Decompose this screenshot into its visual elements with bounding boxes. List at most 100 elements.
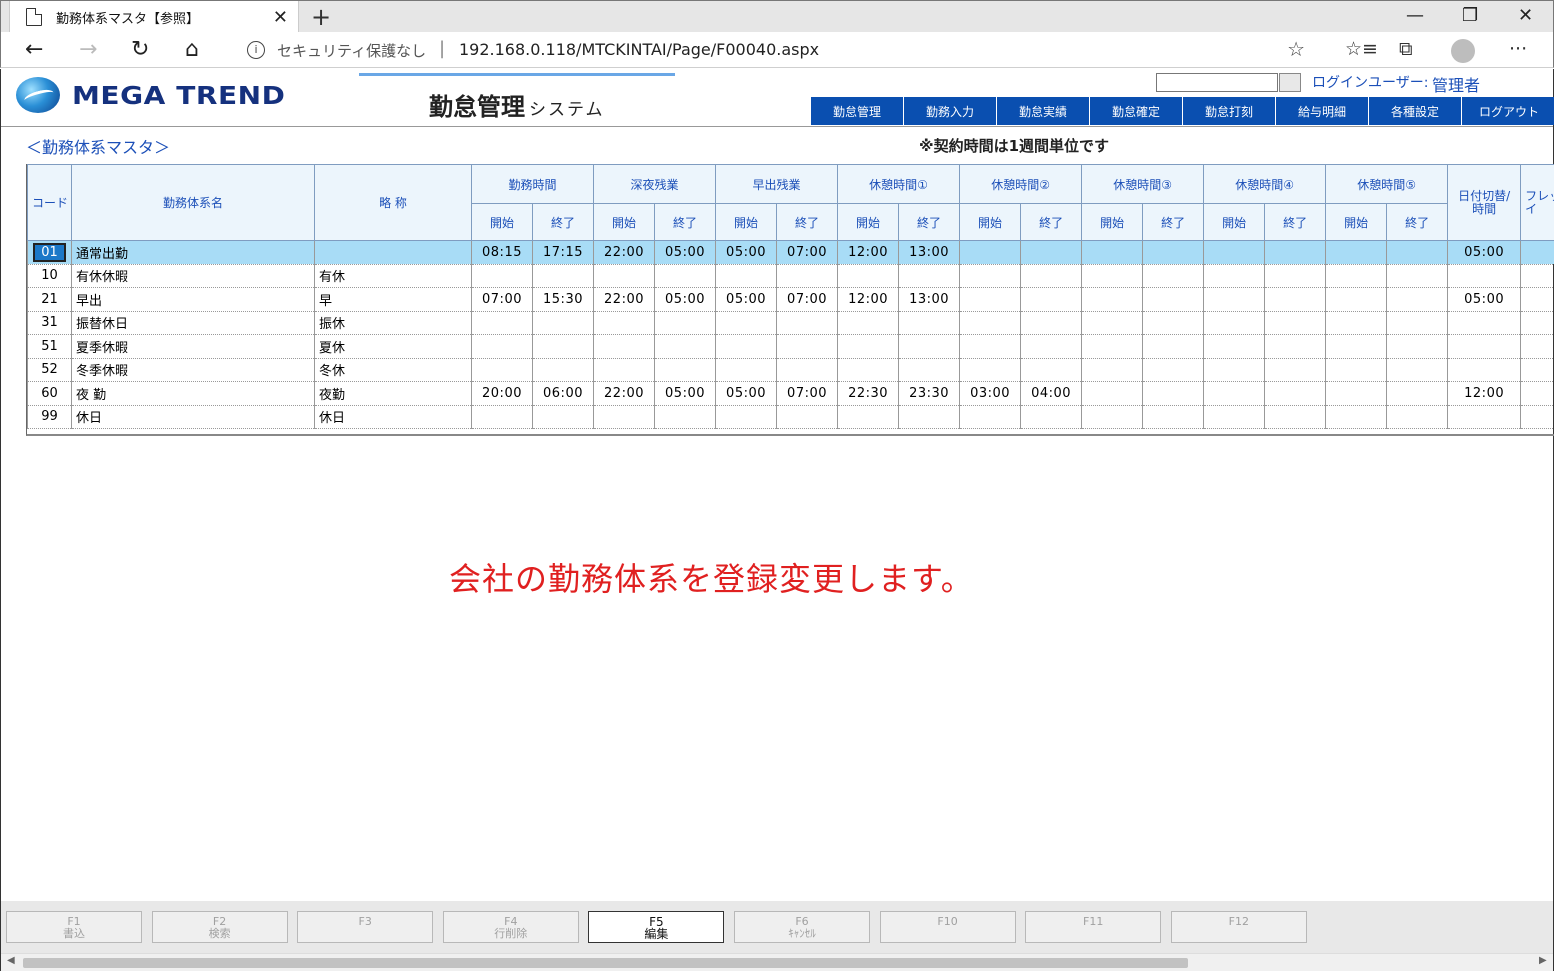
cell-time[interactable]: 05:00 bbox=[715, 240, 778, 265]
cell-time[interactable]: 07:00 bbox=[776, 381, 839, 406]
cell-time[interactable]: 07:00 bbox=[776, 287, 839, 312]
cell-time[interactable] bbox=[1081, 287, 1144, 312]
cell-time[interactable] bbox=[593, 334, 656, 359]
minimize-icon[interactable]: — bbox=[1406, 5, 1424, 26]
cell-time[interactable]: 05:00 bbox=[654, 381, 717, 406]
cell-time[interactable] bbox=[1081, 334, 1144, 359]
cell-date-switch[interactable] bbox=[1447, 311, 1522, 335]
cell-time[interactable] bbox=[1020, 264, 1083, 288]
cell-time[interactable] bbox=[1325, 264, 1388, 288]
cell-time[interactable] bbox=[1081, 240, 1144, 265]
horizontal-scrollbar[interactable]: ◀ ▶ bbox=[1, 953, 1553, 971]
cell-time[interactable] bbox=[1142, 311, 1205, 335]
cell-time[interactable]: 12:00 bbox=[837, 287, 900, 312]
cell-time[interactable] bbox=[959, 334, 1022, 359]
cell-time[interactable] bbox=[776, 405, 839, 429]
cell-time[interactable] bbox=[1081, 264, 1144, 288]
cell-time[interactable] bbox=[1203, 405, 1266, 429]
menu-logout[interactable]: ログアウト bbox=[1462, 97, 1554, 125]
cell-time[interactable]: 15:30 bbox=[531, 287, 595, 312]
login-search-button[interactable] bbox=[1279, 73, 1301, 92]
cell-time[interactable] bbox=[1386, 334, 1449, 359]
restore-icon[interactable]: ❐ bbox=[1462, 5, 1478, 26]
cell-time[interactable] bbox=[1325, 287, 1388, 312]
cell-name[interactable]: 夜 勤 bbox=[71, 381, 315, 406]
cell-time[interactable]: 22:00 bbox=[593, 240, 656, 265]
cell-date-switch[interactable]: 12:00 bbox=[1447, 381, 1522, 406]
cell-time[interactable] bbox=[1264, 311, 1327, 335]
cell-time[interactable] bbox=[1264, 334, 1327, 359]
cell-time[interactable] bbox=[1264, 287, 1327, 312]
cell-code[interactable]: 60 bbox=[27, 381, 72, 406]
cell-time[interactable] bbox=[1081, 381, 1144, 406]
cell-time[interactable] bbox=[1264, 381, 1327, 406]
cell-time[interactable] bbox=[1203, 311, 1266, 335]
url-text[interactable]: 192.168.0.118/MTCKINTAI/Page/F00040.aspx bbox=[459, 40, 819, 59]
cell-time[interactable] bbox=[1386, 405, 1449, 429]
window-close-icon[interactable]: ✕ bbox=[1518, 5, 1533, 26]
cell-flex[interactable] bbox=[1520, 287, 1554, 312]
cell-time[interactable] bbox=[715, 405, 778, 429]
menu-kintai-kakutei[interactable]: 勤怠確定 bbox=[1090, 97, 1182, 125]
menu-kintai-kanri[interactable]: 勤怠管理 bbox=[811, 97, 903, 125]
cell-time[interactable] bbox=[1386, 311, 1449, 335]
cell-abbr[interactable]: 有休 bbox=[314, 264, 472, 288]
cell-time[interactable]: 20:00 bbox=[471, 381, 533, 406]
info-icon[interactable]: i bbox=[247, 41, 265, 59]
cell-time[interactable] bbox=[837, 264, 900, 288]
cell-time[interactable] bbox=[715, 358, 778, 382]
cell-time[interactable] bbox=[837, 405, 900, 429]
cell-code[interactable]: 52 bbox=[27, 358, 72, 382]
cell-abbr[interactable]: 休日 bbox=[314, 405, 472, 429]
cell-time[interactable] bbox=[531, 311, 595, 335]
cell-time[interactable] bbox=[593, 264, 656, 288]
cell-time[interactable] bbox=[1142, 405, 1205, 429]
cell-time[interactable] bbox=[1142, 240, 1205, 265]
cell-time[interactable] bbox=[1203, 264, 1266, 288]
cell-time[interactable]: 03:00 bbox=[959, 381, 1022, 406]
cell-time[interactable] bbox=[1020, 358, 1083, 382]
cell-time[interactable] bbox=[1325, 358, 1388, 382]
cell-time[interactable] bbox=[1203, 358, 1266, 382]
menu-kintai-dakoku[interactable]: 勤怠打刻 bbox=[1183, 97, 1275, 125]
fkey-f12-button[interactable]: F12 bbox=[1170, 911, 1307, 943]
cell-time[interactable] bbox=[959, 358, 1022, 382]
cell-time[interactable] bbox=[531, 264, 595, 288]
cell-code[interactable]: 99 bbox=[27, 405, 72, 429]
cell-flex[interactable] bbox=[1520, 381, 1554, 406]
cell-time[interactable] bbox=[1386, 264, 1449, 288]
cell-time[interactable]: 05:00 bbox=[654, 240, 717, 265]
cell-time[interactable] bbox=[1020, 334, 1083, 359]
cell-time[interactable] bbox=[531, 334, 595, 359]
cell-time[interactable] bbox=[471, 358, 533, 382]
cell-time[interactable]: 04:00 bbox=[1020, 381, 1083, 406]
cell-time[interactable] bbox=[776, 358, 839, 382]
cell-time[interactable] bbox=[1325, 405, 1388, 429]
scroll-right-icon[interactable]: ▶ bbox=[1539, 955, 1547, 966]
cell-date-switch[interactable]: 05:00 bbox=[1447, 287, 1522, 312]
cell-time[interactable] bbox=[1142, 287, 1205, 312]
table-row[interactable]: 31 振替休日 振休 bbox=[27, 311, 1554, 335]
cell-date-switch[interactable] bbox=[1447, 334, 1522, 359]
cell-time[interactable]: 06:00 bbox=[531, 381, 595, 406]
more-menu-icon[interactable]: ··· bbox=[1509, 38, 1527, 60]
cell-time[interactable] bbox=[1325, 381, 1388, 406]
new-tab-icon[interactable]: + bbox=[311, 3, 331, 31]
cell-time[interactable] bbox=[1264, 264, 1327, 288]
cell-abbr[interactable]: 夜勤 bbox=[314, 381, 472, 406]
cell-time[interactable] bbox=[1325, 334, 1388, 359]
cell-code[interactable]: 31 bbox=[27, 311, 72, 335]
cell-time[interactable] bbox=[654, 264, 717, 288]
fkey-f2-button[interactable]: F2 検索 bbox=[151, 911, 288, 943]
cell-abbr[interactable]: 早 bbox=[314, 287, 472, 312]
cell-abbr[interactable]: 振休 bbox=[314, 311, 472, 335]
cell-flex[interactable] bbox=[1520, 358, 1554, 382]
cell-date-switch[interactable] bbox=[1447, 264, 1522, 288]
cell-time[interactable] bbox=[715, 264, 778, 288]
cell-time[interactable] bbox=[959, 311, 1022, 335]
menu-kakushu-settei[interactable]: 各種設定 bbox=[1369, 97, 1461, 125]
cell-time[interactable] bbox=[1203, 287, 1266, 312]
cell-time[interactable] bbox=[1386, 240, 1449, 265]
cell-date-switch[interactable] bbox=[1447, 405, 1522, 429]
cell-time[interactable] bbox=[959, 240, 1022, 265]
